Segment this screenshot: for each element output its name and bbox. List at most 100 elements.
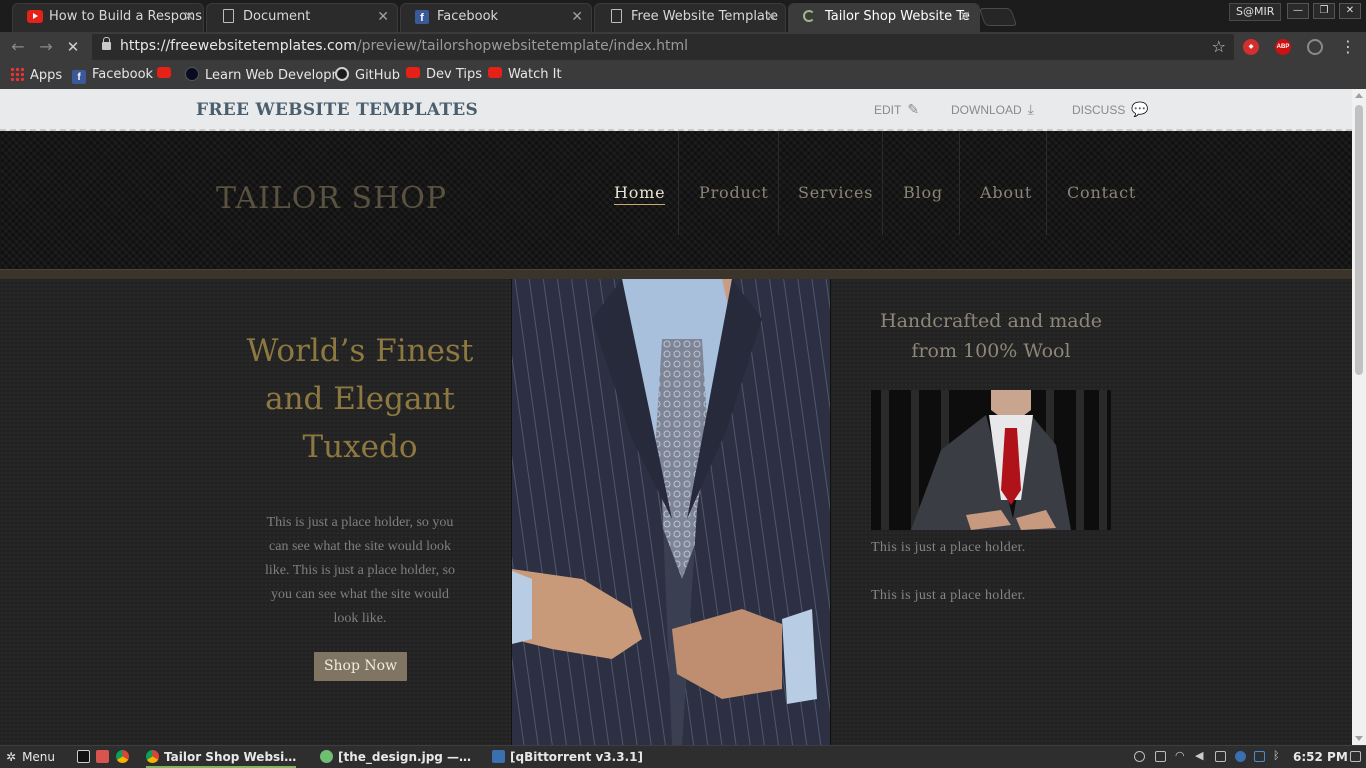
tab-document[interactable]: Document ✕ — [206, 3, 398, 32]
show-desktop-icon[interactable] — [1350, 751, 1361, 762]
freecodecamp-icon — [185, 67, 199, 81]
ublock-icon[interactable]: ◆ — [1243, 39, 1259, 55]
download-link[interactable]: DOWNLOAD ⤓ — [951, 101, 1034, 118]
start-menu-button[interactable]: ✲ Menu — [6, 749, 55, 765]
nav-blog[interactable]: Blog — [903, 183, 943, 202]
nav-divider — [778, 131, 779, 235]
tab-facebook[interactable]: f Facebook ✕ — [400, 3, 592, 32]
shield-icon[interactable] — [1254, 751, 1265, 762]
os-taskbar: ✲ Menu Tailor Shop Websi… [the_design.jpg… — [0, 745, 1366, 768]
hero-description: This is just a place holder, so you can … — [264, 515, 456, 626]
bookmark-youtube[interactable] — [157, 67, 177, 83]
nav-services[interactable]: Services — [798, 183, 873, 202]
tab-tailor-shop[interactable]: Tailor Shop Website Te ✕ — [788, 3, 980, 32]
extension-icon[interactable] — [1307, 39, 1323, 55]
browser-tab-strip: How to Build a Respons ✕ Document ✕ f Fa… — [0, 0, 1366, 32]
close-icon[interactable]: ✕ — [571, 5, 583, 30]
tab-title: How to Build a Respons — [49, 9, 202, 24]
bookmark-github[interactable]: GitHub — [335, 67, 400, 84]
facebook-icon: f — [72, 70, 86, 84]
chat-bubbles-icon: 💬 — [1131, 101, 1149, 117]
terminal-icon — [77, 750, 90, 763]
bookmark-facebook[interactable]: f Facebook — [72, 67, 153, 84]
lock-icon — [102, 37, 111, 50]
stop-loading-icon[interactable]: ✕ — [63, 37, 83, 57]
nav-contact[interactable]: Contact — [1067, 183, 1136, 202]
taskbar-window-chrome[interactable]: Tailor Shop Websi… — [146, 749, 297, 768]
close-icon[interactable]: ✕ — [959, 5, 971, 30]
close-icon[interactable]: ✕ — [377, 5, 389, 30]
facebook-icon: f — [415, 10, 429, 24]
gear-icon: ✲ — [6, 750, 17, 764]
tab-title: Facebook — [437, 9, 499, 24]
address-bar[interactable]: https://freewebsitetemplates.com/preview… — [92, 34, 1234, 60]
new-tab-button[interactable] — [978, 8, 1018, 26]
sidebar-title: Handcrafted and made from 100% Wool — [880, 310, 1102, 362]
scrollbar-thumb[interactable] — [1355, 105, 1363, 375]
clock[interactable]: 6:52 PM — [1293, 749, 1348, 765]
bluetooth-icon[interactable]: ᛒ — [1273, 749, 1284, 762]
taskbar-window-qbittorrent[interactable]: [qBittorrent v3.3.1] — [492, 749, 643, 765]
web-page: FREE WEBSITE TEMPLATES EDIT ✎ DOWNLOAD ⤓ D… — [0, 89, 1352, 745]
bookmark-star-icon[interactable]: ☆ — [1212, 37, 1226, 56]
tab-how-to-build[interactable]: How to Build a Respons ✕ — [12, 3, 204, 32]
restore-icon[interactable]: ❐ — [1313, 3, 1335, 19]
volume-icon[interactable]: ◀ — [1195, 749, 1206, 762]
back-icon[interactable]: ← — [8, 37, 28, 57]
bookmark-apps[interactable]: Apps — [10, 67, 62, 84]
nav-divider — [959, 131, 960, 235]
discuss-link[interactable]: DISCUSS 💬 — [1072, 101, 1149, 118]
close-icon[interactable]: ✕ — [765, 5, 777, 30]
bookmark-learn-web-development[interactable]: Learn Web Developm — [185, 67, 344, 84]
browser-toolbar: ← → ✕ https://freewebsitetemplates.com/p… — [0, 32, 1366, 62]
shop-now-button[interactable]: Shop Now — [314, 652, 407, 681]
launcher-chrome[interactable] — [116, 749, 134, 765]
nav-divider — [1046, 131, 1047, 235]
nav-home[interactable]: Home — [614, 183, 666, 205]
pencil-icon: ✎ — [907, 101, 920, 117]
network-globe-icon[interactable] — [1235, 751, 1246, 762]
close-icon[interactable]: ✕ — [183, 5, 195, 30]
launcher-files[interactable] — [96, 749, 114, 765]
chrome-menu-icon[interactable]: ⋮ — [1340, 37, 1356, 57]
folder-icon — [96, 750, 109, 763]
scroll-up-icon[interactable] — [1355, 93, 1363, 98]
main-content: World’s Finest and Elegant Tuxedo This i… — [0, 279, 1352, 745]
tab-free-website-templates[interactable]: Free Website Template ✕ — [594, 3, 786, 32]
nav-about[interactable]: About — [980, 183, 1032, 202]
fwt-logo[interactable]: FREE WEBSITE TEMPLATES — [196, 100, 478, 120]
nav-divider — [882, 131, 883, 235]
clipboard-icon[interactable] — [1155, 751, 1166, 762]
taskbar-window-image-viewer[interactable]: [the_design.jpg —… — [320, 749, 471, 765]
edit-link[interactable]: EDIT ✎ — [874, 101, 919, 118]
apps-icon — [10, 67, 24, 81]
bookmark-dev-tips[interactable]: Dev Tips — [406, 67, 482, 83]
github-icon — [335, 67, 349, 81]
scroll-down-icon[interactable] — [1355, 736, 1363, 741]
sidebar-paragraph: This is just a place holder. — [871, 540, 1026, 555]
forward-icon[interactable]: → — [36, 37, 56, 57]
youtube-icon — [488, 67, 502, 78]
minimize-icon[interactable]: — — [1287, 3, 1309, 19]
keyboard-icon[interactable] — [1215, 751, 1226, 762]
url-text[interactable]: https://freewebsitetemplates.com/preview… — [120, 38, 688, 54]
qbittorrent-icon — [492, 750, 505, 763]
wifi-icon[interactable]: ◠ — [1175, 749, 1186, 762]
adblock-plus-icon[interactable]: ABP — [1275, 39, 1291, 55]
document-icon — [223, 9, 234, 23]
download-icon: ⤓ — [1027, 101, 1034, 117]
tab-title: Tailor Shop Website Te — [825, 9, 970, 24]
nav-product[interactable]: Product — [699, 183, 769, 202]
user-icon[interactable] — [1134, 751, 1145, 762]
launcher-terminal[interactable] — [77, 749, 95, 765]
document-icon — [611, 9, 622, 23]
page-scrollbar[interactable] — [1352, 89, 1366, 745]
loading-icon — [803, 10, 815, 22]
site-logo[interactable]: TAILOR SHOP — [216, 181, 447, 216]
bookmark-watch-it[interactable]: Watch It — [488, 67, 562, 83]
window-close-icon[interactable]: ✕ — [1339, 3, 1361, 19]
youtube-icon — [157, 67, 171, 78]
profile-button[interactable]: S@MIR — [1229, 3, 1282, 21]
youtube-icon — [406, 67, 420, 78]
sidebar-paragraph: This is just a place holder. — [871, 588, 1026, 603]
